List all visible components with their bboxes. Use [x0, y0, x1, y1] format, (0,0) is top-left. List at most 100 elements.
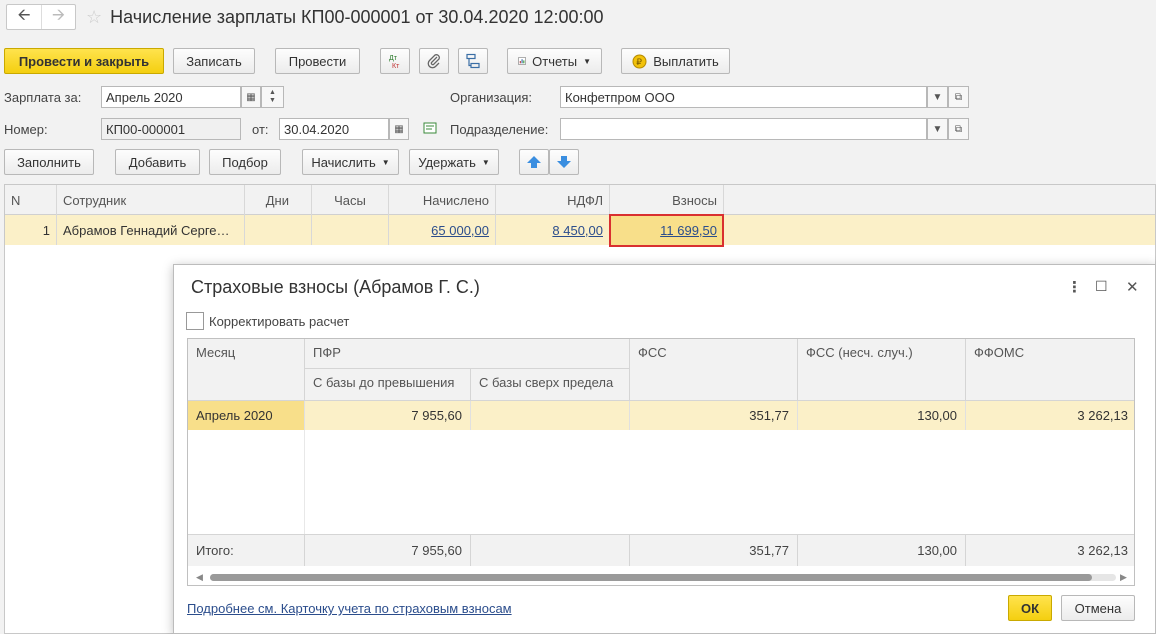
- reports-dropdown-button[interactable]: Отчеты ▼: [507, 48, 602, 74]
- header-fss-ns[interactable]: ФСС (несч. случ.): [798, 339, 966, 401]
- maximize-icon[interactable]: ☐: [1095, 278, 1108, 295]
- ok-button[interactable]: ОК: [1008, 595, 1052, 621]
- accrue-label: Начислить: [311, 154, 376, 170]
- back-arrow-icon[interactable]: 🡨: [7, 5, 41, 29]
- more-menu-icon[interactable]: ⋮: [1067, 278, 1082, 296]
- fill-button[interactable]: Заполнить: [4, 149, 94, 175]
- scroll-thumb[interactable]: [210, 574, 1092, 581]
- adjust-checkbox[interactable]: [186, 312, 204, 330]
- accrued-link[interactable]: 65 000,00: [431, 223, 489, 238]
- paperclip-icon: [427, 54, 440, 69]
- cancel-button[interactable]: Отмена: [1061, 595, 1135, 621]
- column-accrued[interactable]: Начислено: [389, 185, 496, 215]
- row-days[interactable]: [245, 215, 312, 245]
- svg-text:Кт: Кт: [392, 63, 400, 70]
- withhold-label: Удержать: [418, 154, 476, 170]
- row-accrued: 65 000,00: [389, 215, 496, 245]
- table-row[interactable]: 1 Абрамов Геннадий Серге… 65 000,00 8 45…: [5, 215, 1155, 245]
- row-number: 1: [5, 215, 57, 245]
- scroll-right-icon[interactable]: ▶: [1120, 572, 1127, 583]
- column-divider: [304, 430, 305, 534]
- header-pfr-base[interactable]: С базы до превышения: [305, 369, 471, 401]
- cell-month[interactable]: Апрель 2020: [188, 401, 305, 430]
- date-calendar-icon[interactable]: ▦: [389, 118, 409, 140]
- header-pfr[interactable]: ПФР: [305, 339, 630, 369]
- arrow-down-icon: [557, 156, 571, 168]
- dialog-title: Страховые взносы (Абрамов Г. С.): [191, 277, 480, 297]
- spin-stepper[interactable]: ▲ ▼: [261, 86, 284, 108]
- comment-icon[interactable]: [423, 122, 439, 136]
- move-down-button[interactable]: [549, 149, 579, 175]
- scroll-left-icon[interactable]: ◀: [196, 572, 203, 583]
- chevron-down-icon: ▼: [381, 157, 390, 167]
- move-up-button[interactable]: [519, 149, 549, 175]
- structure-button[interactable]: [458, 48, 488, 74]
- column-hours[interactable]: Часы: [312, 185, 389, 215]
- document-title: Начисление зарплаты КП00-000001 от 30.04…: [110, 6, 604, 27]
- contributions-grid: Месяц ПФР С базы до превышения С базы св…: [187, 338, 1135, 586]
- pick-button[interactable]: Подбор: [209, 149, 281, 175]
- cell-fss[interactable]: 351,77: [630, 401, 798, 430]
- organization-dropdown-icon[interactable]: ▼: [927, 86, 948, 108]
- header-fss[interactable]: ФСС: [630, 339, 798, 401]
- salary-for-field[interactable]: Апрель 2020: [101, 86, 241, 108]
- ndfl-link[interactable]: 8 450,00: [552, 223, 603, 238]
- withhold-dropdown-button[interactable]: Удержать ▼: [409, 149, 499, 175]
- column-days[interactable]: Дни: [245, 185, 312, 215]
- close-icon[interactable]: ✕: [1126, 278, 1139, 296]
- insurance-contributions-dialog: Страховые взносы (Абрамов Г. С.) ⋮ ☐ ✕ К…: [173, 264, 1156, 634]
- division-open-icon[interactable]: ⧉: [948, 118, 969, 140]
- total-fss-ns: 130,00: [798, 534, 966, 566]
- save-button[interactable]: Записать: [173, 48, 255, 74]
- accrue-dropdown-button[interactable]: Начислить ▼: [302, 149, 399, 175]
- highlight-frame: [609, 214, 724, 247]
- header-ffoms[interactable]: ФФОМС: [966, 339, 1134, 401]
- post-button[interactable]: Провести: [275, 48, 360, 74]
- coin-icon: ₽: [632, 54, 647, 68]
- division-field[interactable]: [560, 118, 927, 140]
- number-label: Номер:: [4, 122, 48, 137]
- total-ffoms: 3 262,13: [966, 534, 1134, 566]
- favorite-star-icon[interactable]: ☆: [86, 7, 102, 28]
- row-employee[interactable]: Абрамов Геннадий Серге…: [57, 215, 245, 245]
- column-employee[interactable]: Сотрудник: [57, 185, 245, 215]
- cell-fss-ns[interactable]: 130,00: [798, 401, 966, 430]
- row-ndfl: 8 450,00: [496, 215, 610, 245]
- header-pfr-over[interactable]: С базы сверх предела: [471, 369, 630, 401]
- totals-label: Итого:: [188, 534, 305, 566]
- cell-pfr-over[interactable]: [471, 401, 630, 430]
- horizontal-scrollbar[interactable]: ◀ ▶: [196, 572, 1128, 582]
- column-ndfl[interactable]: НДФЛ: [496, 185, 610, 215]
- column-contributions[interactable]: Взносы: [610, 185, 724, 215]
- forward-arrow-icon[interactable]: 🡪: [41, 5, 75, 29]
- reports-label: Отчеты: [532, 53, 578, 69]
- pay-label: Выплатить: [653, 53, 719, 69]
- organization-field[interactable]: Конфетпром ООО: [560, 86, 927, 108]
- number-field[interactable]: КП00-000001: [101, 118, 241, 140]
- total-pfr-base: 7 955,60: [305, 534, 471, 566]
- dt-kt-button[interactable]: Дт Кт: [380, 48, 410, 74]
- chevron-down-icon: ▼: [583, 56, 591, 66]
- organization-open-icon[interactable]: ⧉: [948, 86, 969, 108]
- row-hours[interactable]: [312, 215, 389, 245]
- column-n[interactable]: N: [5, 185, 57, 215]
- spin-up-icon[interactable]: ▲: [269, 89, 276, 97]
- division-dropdown-icon[interactable]: ▼: [927, 118, 948, 140]
- navigation-buttons: 🡨 🡪: [6, 4, 76, 30]
- calendar-icon[interactable]: ▦: [241, 86, 261, 108]
- cell-pfr-base[interactable]: 7 955,60: [305, 401, 471, 430]
- date-field[interactable]: 30.04.2020: [279, 118, 389, 140]
- title-bar: 🡨 🡪 ☆ Начисление зарплаты КП00-000001 от…: [0, 0, 1156, 34]
- cell-ffoms[interactable]: 3 262,13: [966, 401, 1134, 430]
- table-header: N Сотрудник Дни Часы Начислено НДФЛ Взно…: [5, 185, 1155, 215]
- post-and-close-button[interactable]: Провести и закрыть: [4, 48, 164, 74]
- pay-button[interactable]: ₽ Выплатить: [621, 48, 730, 74]
- organization-label: Организация:: [450, 90, 533, 105]
- add-button[interactable]: Добавить: [115, 149, 200, 175]
- spin-down-icon[interactable]: ▼: [269, 97, 276, 105]
- svg-text:Дт: Дт: [389, 55, 398, 62]
- attach-button[interactable]: [419, 48, 449, 74]
- details-card-link[interactable]: Подробнее см. Карточку учета по страховы…: [187, 601, 512, 616]
- header-month[interactable]: Месяц: [188, 339, 305, 401]
- adjust-label: Корректировать расчет: [209, 314, 350, 329]
